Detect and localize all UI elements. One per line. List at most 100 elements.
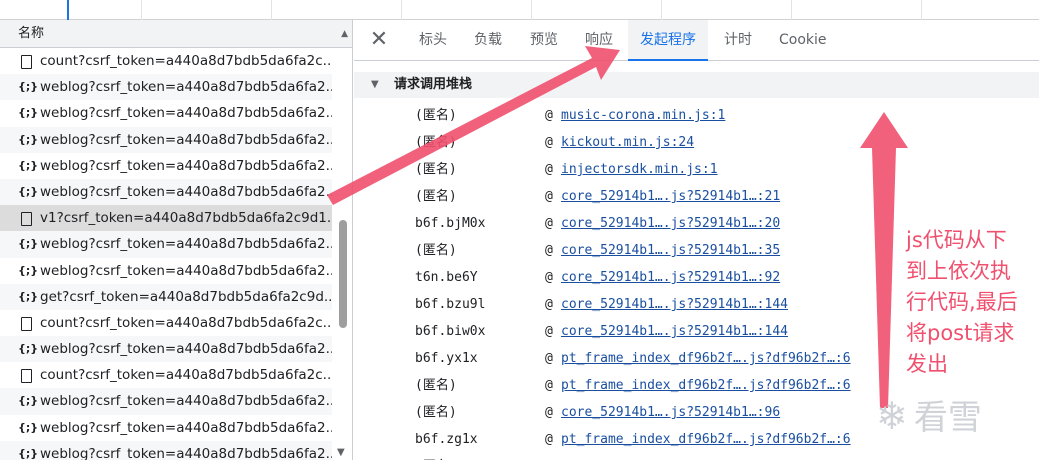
frame-function: b6f.zg1x [415, 432, 478, 447]
request-name: weblog?csrf_token=a440a8d7bdb5da6fa2... [40, 157, 332, 174]
request-row[interactable]: {;} weblog?csrf_token=a440a8d7bdb5da6fa2.… [0, 153, 332, 179]
request-row[interactable]: {;} weblog?csrf_token=a440a8d7bdb5da6fa2.… [0, 100, 332, 126]
request-name: weblog?csrf_token=a440a8d7bdb5da6fa2... [40, 131, 332, 148]
frame-at-sign: @ [545, 108, 553, 123]
frame-function: t6n.be6Y [415, 270, 478, 285]
script-icon: {;} [18, 158, 39, 172]
frame-source-link[interactable]: core_52914b1….js?52914b1…:21 [561, 183, 780, 210]
frame-source-link[interactable]: core_52914b1….js?52914b1…:144 [561, 291, 788, 318]
scroll-up-icon[interactable]: ▲ [341, 20, 348, 48]
tab-cookies[interactable]: Cookie [779, 20, 827, 61]
request-row[interactable]: {;} weblog?csrf_token=a440a8d7bdb5da6fa2.… [0, 388, 332, 415]
scrollbar-thumb[interactable] [339, 220, 347, 328]
timeline-divider [271, 0, 272, 20]
script-icon: {;} [18, 80, 39, 94]
expand-triangle-icon[interactable]: ▼ [371, 72, 379, 98]
frame-source-link[interactable]: music-corona.min.js:1 [561, 102, 725, 129]
request-row[interactable]: count?csrf_token=a440a8d7bdb5da6fa2c... [0, 310, 332, 336]
tab-headers[interactable]: 标头 [419, 20, 447, 61]
request-row[interactable]: v1?csrf_token=a440a8d7bdb5da6fa2c9d1... [0, 205, 332, 232]
stack-frame: (匿名) @ core_52914b1….js?52914b1…:21 [354, 183, 1039, 210]
frame-source-link[interactable]: kickout.min.js:24 [561, 129, 694, 156]
request-name: weblog?csrf_token=a440a8d7bdb5da6fa2... [40, 183, 332, 200]
frame-source-link[interactable]: pt_frame_index_df96b2f….js?df96b2f…:6 [561, 426, 851, 453]
name-column-header[interactable]: 名称 ▲ [0, 20, 352, 48]
frame-function: b6f.biw0x [415, 324, 486, 339]
timeline-divider [921, 0, 922, 20]
frame-at-sign: @ [545, 189, 553, 204]
frame-at-sign: @ [545, 135, 553, 150]
tab-initiator[interactable]: 发起程序 [628, 20, 708, 61]
frame-function: (匿名) [415, 135, 457, 150]
tab-response[interactable]: 响应 [585, 20, 613, 61]
frame-source-link[interactable]: core_52914b1….js?52914b1…:35 [561, 237, 780, 264]
tab-preview[interactable]: 预览 [530, 20, 558, 61]
frame-at-sign: @ [545, 324, 553, 339]
annotation-note-line: js代码从下 [906, 228, 1007, 252]
frame-source-link[interactable]: pt_frame_index_df96b2f….js?df96b2f…:6 [561, 372, 851, 399]
frame-source-link[interactable]: core_52914b1….js?52914b1…:92 [561, 264, 780, 291]
frame-source-link[interactable]: injectorsdk.min.js:1 [561, 156, 718, 183]
script-icon: {;} [18, 446, 39, 460]
frame-function: (匿名) [415, 243, 457, 258]
list-scrollbar[interactable]: ▼ [333, 48, 352, 460]
frame-at-sign: @ [545, 162, 553, 177]
script-icon: {;} [18, 342, 39, 356]
name-column-label: 名称 [18, 26, 45, 41]
request-name: weblog?csrf_token=a440a8d7bdb5da6fa2... [40, 419, 332, 436]
timeline-divider [401, 0, 402, 20]
frame-function: (匿名) [415, 405, 457, 420]
tab-timing[interactable]: 计时 [724, 20, 752, 61]
frame-function: (匿名) [415, 189, 457, 204]
request-row[interactable]: {;} get?csrf_token=a440a8d7bdb5da6fa2c9d.… [0, 283, 332, 310]
script-icon: {;} [18, 106, 39, 120]
request-name: weblog?csrf_token=a440a8d7bdb5da6fa2... [40, 341, 332, 358]
request-row[interactable]: {;} weblog?csrf_token=a440a8d7bdb5da6fa2.… [0, 178, 332, 206]
frame-source-link[interactable]: core_52914b1….js?52914b1…:20 [561, 210, 780, 237]
request-row[interactable]: count?csrf_token=a440a8d7bdb5da6fa2c... [0, 48, 332, 74]
frame-function: (匿名) [415, 162, 457, 177]
tab-payload[interactable]: 负载 [474, 20, 502, 61]
request-name: weblog?csrf_token=a440a8d7bdb5da6fa2... [40, 445, 332, 460]
frame-at-sign: @ [545, 270, 553, 285]
timeline-divider [141, 0, 142, 20]
frame-at-sign: @ [545, 243, 553, 258]
scroll-down-icon[interactable]: ▼ [337, 447, 345, 458]
timeline-overview[interactable] [0, 0, 1039, 20]
call-stack-title: 请求调用堆栈 [394, 77, 473, 92]
request-row[interactable]: {;} weblog?csrf_token=a440a8d7bdb5da6fa2.… [0, 336, 332, 363]
details-tabbar: ✕ 标头 负载 预览 响应 发起程序 计时 Cookie [354, 20, 1039, 61]
request-row[interactable]: {;} weblog?csrf_token=a440a8d7bdb5da6fa2.… [0, 258, 332, 284]
request-name: weblog?csrf_token=a440a8d7bdb5da6fa2... [40, 79, 332, 96]
request-list: 名称 ▲ count?csrf_token=a440a8d7bdb5da6fa2… [0, 20, 353, 460]
frame-at-sign: @ [545, 405, 553, 420]
request-row[interactable]: {;} weblog?csrf_token=a440a8d7bdb5da6fa2.… [0, 440, 332, 460]
annotation-note-line: 将post请求 [906, 321, 1015, 345]
frame-source-link[interactable]: core_52914b1….js?52914b1…:144 [561, 318, 788, 345]
request-row[interactable]: {;} weblog?csrf_token=a440a8d7bdb5da6fa2.… [0, 126, 332, 153]
script-icon: {;} [18, 237, 39, 251]
script-icon: {;} [18, 263, 39, 277]
request-row[interactable]: {;} weblog?csrf_token=a440a8d7bdb5da6fa2.… [0, 231, 332, 258]
request-row[interactable]: {;} weblog?csrf_token=a440a8d7bdb5da6fa2.… [0, 74, 332, 101]
annotation-note-line: 行代码,最后 [906, 290, 1018, 314]
request-name: weblog?csrf_token=a440a8d7bdb5da6fa2... [40, 236, 332, 253]
request-name: get?csrf_token=a440a8d7bdb5da6fa2c9d... [40, 288, 332, 305]
request-row[interactable]: count?csrf_token=a440a8d7bdb5da6fa2c... [0, 362, 332, 388]
timeline-divider [791, 0, 792, 20]
stack-frame: (匿名) @ music-corona.min.js:1 [354, 102, 1039, 129]
timeline-marker [67, 0, 69, 20]
request-name: v1?csrf_token=a440a8d7bdb5da6fa2c9d1... [40, 210, 332, 227]
script-icon: {;} [18, 289, 39, 303]
frame-function: b6f.bjM0x [415, 216, 486, 231]
call-stack-header[interactable]: ▼ 请求调用堆栈 [354, 72, 1039, 98]
request-row[interactable]: {;} weblog?csrf_token=a440a8d7bdb5da6fa2.… [0, 415, 332, 441]
request-rows: count?csrf_token=a440a8d7bdb5da6fa2c...{… [0, 48, 352, 460]
frame-source-link[interactable]: pt_frame_index_df96b2f….js?df96b2f…:6 [561, 345, 851, 372]
request-name: weblog?csrf_token=a440a8d7bdb5da6fa2... [40, 262, 332, 279]
close-icon[interactable]: ✕ [368, 29, 390, 51]
snowflake-icon: ❄ [876, 394, 908, 438]
frame-at-sign: @ [545, 351, 553, 366]
request-name: count?csrf_token=a440a8d7bdb5da6fa2c... [40, 53, 332, 69]
frame-source-link[interactable]: core_52914b1….js?52914b1…:96 [561, 399, 780, 426]
